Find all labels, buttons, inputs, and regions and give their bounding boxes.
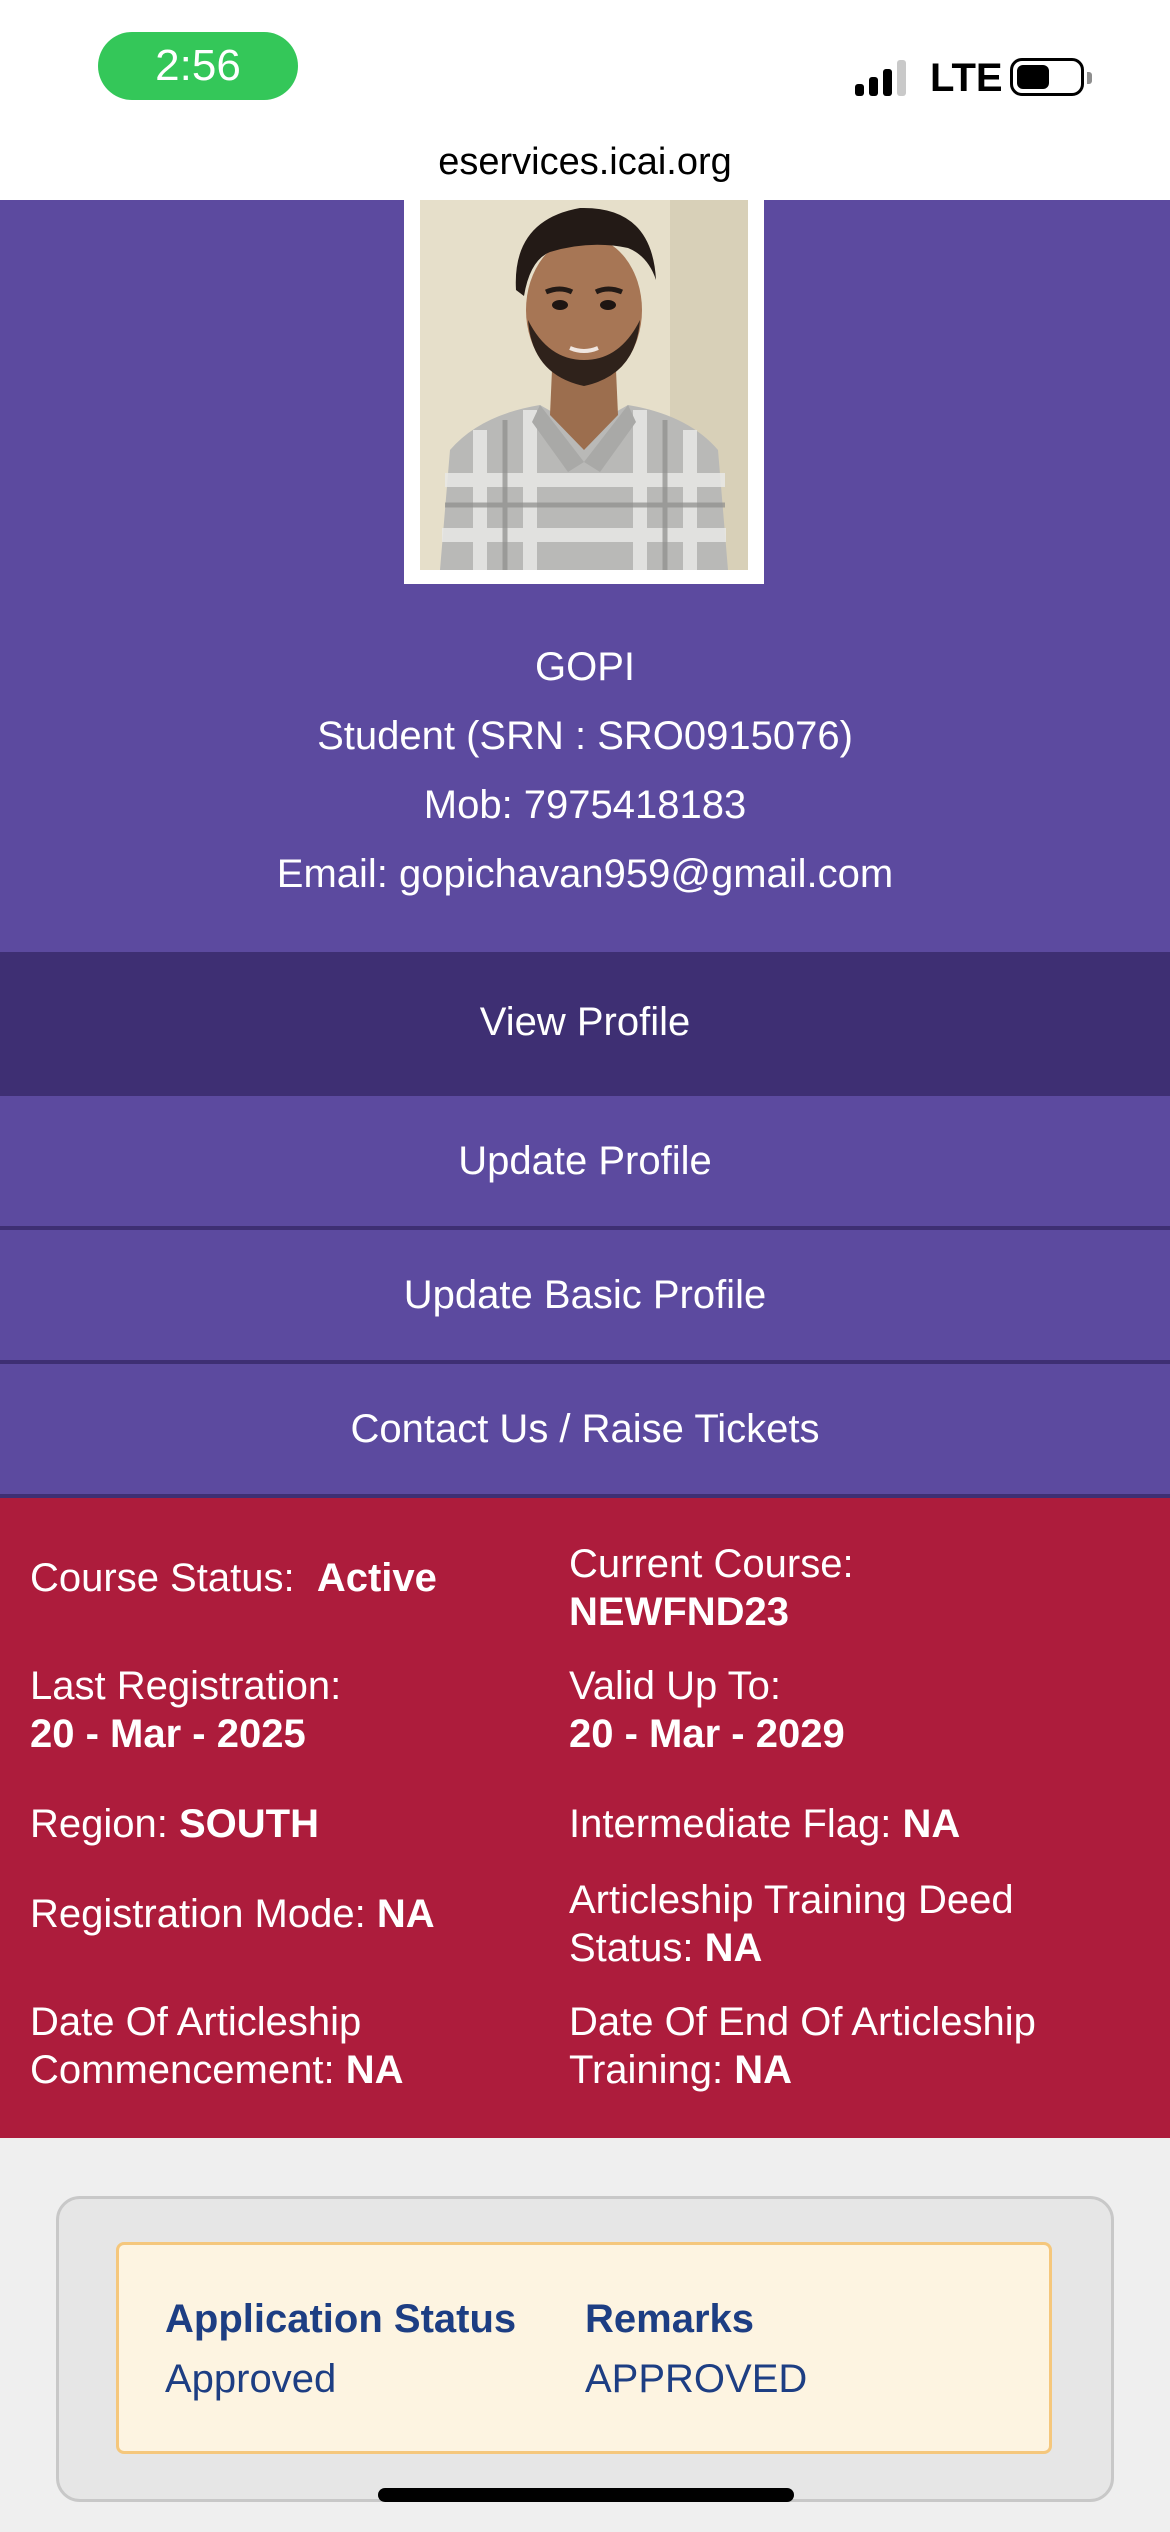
last-registration-value: 20 - Mar - 2025: [30, 1712, 306, 1756]
page-url[interactable]: eservices.icai.org: [0, 134, 1170, 190]
last-registration-field: Last Registration: 20 - Mar - 2025: [30, 1662, 341, 1758]
articleship-end-label-2: Training:: [569, 2048, 724, 2092]
battery-icon: [1010, 58, 1092, 96]
articleship-end-field: Date Of End Of Articleship Training: NA: [569, 1998, 1036, 2094]
region-value: SOUTH: [179, 1802, 319, 1846]
articleship-end-label: Date Of End Of Articleship: [569, 2000, 1036, 2044]
remarks-header: Remarks: [585, 2297, 755, 2341]
network-type: LTE: [930, 56, 1003, 100]
articleship-deed-field: Articleship Training Deed Status: NA: [569, 1876, 1014, 1972]
current-course-label: Current Course:: [569, 1542, 854, 1586]
course-details-panel: Course Status: Active Current Course: NE…: [0, 1498, 1170, 2138]
profile-photo-frame: [404, 200, 764, 584]
articleship-commencement-field: Date Of Articleship Commencement: NA: [30, 1998, 403, 2094]
menu-contact-us-raise-tickets[interactable]: Contact Us / Raise Tickets: [0, 1364, 1170, 1494]
articleship-commencement-label: Date Of Articleship: [30, 2000, 362, 2044]
signal-icon: [855, 60, 915, 96]
articleship-deed-label-2: Status:: [569, 1926, 694, 1970]
menu-update-basic-profile[interactable]: Update Basic Profile: [0, 1230, 1170, 1360]
valid-up-to-value: 20 - Mar - 2029: [569, 1712, 845, 1756]
registration-mode-field: Registration Mode: NA: [30, 1890, 435, 1938]
articleship-commencement-label-2: Commencement:: [30, 2048, 335, 2092]
articleship-deed-value: NA: [704, 1926, 763, 1970]
home-indicator[interactable]: [378, 2488, 794, 2502]
remarks-value: APPROVED: [585, 2357, 808, 2401]
course-status-field: Course Status: Active: [30, 1554, 437, 1602]
profile-name: GOPI: [534, 645, 636, 689]
profile-photo: [420, 200, 748, 570]
region-field: Region: SOUTH: [30, 1800, 319, 1848]
registration-mode-value: NA: [376, 1892, 435, 1936]
articleship-commencement-value: NA: [345, 2048, 404, 2092]
valid-up-to-label: Valid Up To:: [569, 1664, 781, 1708]
last-registration-label: Last Registration:: [30, 1664, 342, 1708]
current-course-field: Current Course: NEWFND23: [569, 1540, 854, 1636]
intermediate-flag-field: Intermediate Flag: NA: [569, 1800, 960, 1848]
valid-up-to-field: Valid Up To: 20 - Mar - 2029: [569, 1662, 845, 1758]
registration-mode-label: Registration Mode:: [30, 1892, 366, 1936]
profile-mobile: Mob: 7975418183: [423, 783, 747, 827]
menu-update-profile[interactable]: Update Profile: [0, 1096, 1170, 1226]
intermediate-flag-label: Intermediate Flag:: [569, 1802, 892, 1846]
articleship-deed-label: Articleship Training Deed: [569, 1878, 1014, 1922]
region-label: Region:: [30, 1802, 168, 1846]
profile-email: Email: gopichavan959@gmail.com: [276, 852, 894, 896]
course-status-label: Course Status:: [30, 1556, 295, 1600]
status-bar: 2:56 LTE: [0, 0, 1170, 136]
application-status-header: Application Status: [165, 2297, 517, 2341]
application-status-box: Application Status Approved Remarks APPR…: [116, 2242, 1052, 2454]
application-status-value: Approved: [165, 2357, 337, 2401]
current-course-value: NEWFND23: [569, 1590, 790, 1634]
menu-view-profile[interactable]: View Profile: [0, 952, 1170, 1092]
status-time: 2:56: [98, 32, 298, 100]
intermediate-flag-value: NA: [902, 1802, 961, 1846]
course-status-value: Active: [316, 1556, 437, 1600]
profile-role-srn: Student (SRN : SRO0915076): [317, 714, 853, 758]
articleship-end-value: NA: [734, 2048, 793, 2092]
profile-header: GOPI Student (SRN : SRO0915076) Mob: 797…: [0, 200, 1170, 952]
